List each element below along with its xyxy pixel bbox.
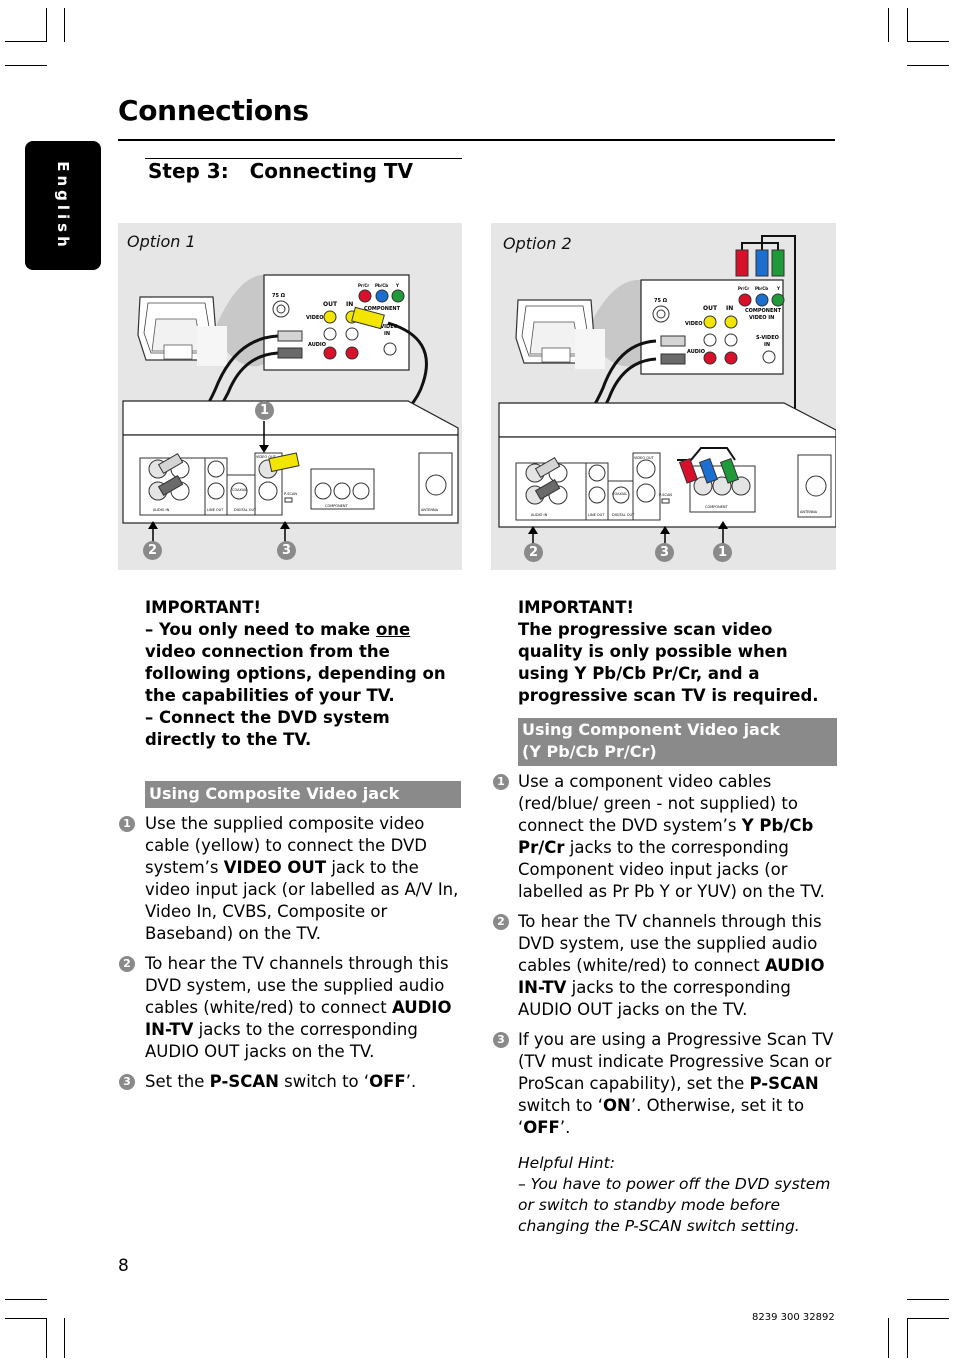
crop-mark (5, 65, 47, 66)
step-title: Step 3: Connecting TV (148, 159, 413, 183)
crop-mark (907, 8, 908, 42)
video-out-jack (323, 310, 337, 324)
svg-text:VIDEO IN: VIDEO IN (749, 315, 774, 321)
crop-mark (5, 41, 47, 42)
step-number-2: 2 (493, 914, 509, 930)
video-label: VIDEO (306, 315, 324, 321)
section-heading-component: Using Component Video jack (Y Pb/Cb Pr/C… (518, 718, 837, 766)
callout-1: 1 (713, 543, 732, 562)
crop-mark (5, 1318, 47, 1319)
option2-illustration: 75 Ω OUT IN VIDEO AUDIO Pr/Cr Pb/Cb Y CO… (498, 235, 836, 559)
svg-text:S-VIDEO: S-VIDEO (756, 335, 779, 341)
step-2: 2 To hear the TV channels through this D… (118, 953, 463, 1063)
audio-in-label: AUDIO IN (153, 508, 170, 512)
crop-mark (46, 1318, 47, 1358)
svg-text:OUT: OUT (703, 305, 718, 312)
svg-text:VIDEO: VIDEO (685, 321, 703, 327)
crop-mark (907, 1318, 908, 1358)
in-label: IN (346, 301, 353, 308)
svg-text:COMPONENT: COMPONENT (705, 505, 729, 509)
language-tab-label: English (54, 160, 72, 251)
tv-icon (515, 299, 605, 369)
crop-mark (64, 1318, 65, 1358)
language-tab: English (25, 141, 101, 270)
audio-label: AUDIO (308, 342, 326, 348)
crop-mark (5, 1299, 47, 1300)
crop-mark (907, 1318, 949, 1319)
option1-steps: 1 Use the supplied composite video cable… (118, 813, 463, 1093)
option2-important: IMPORTANT! The progressive scan video qu… (518, 597, 836, 707)
callout-2: 2 (143, 541, 162, 560)
antenna-label: 75 Ω (272, 293, 286, 299)
svg-text:COMPONENT: COMPONENT (745, 308, 782, 314)
svg-text:LINE OUT: LINE OUT (588, 513, 605, 517)
svg-text:IN: IN (726, 305, 733, 312)
svg-text:Pb/Cb: Pb/Cb (755, 286, 768, 291)
pb-label: Pb/Cb (375, 283, 388, 288)
svg-text:Pr/Cr: Pr/Cr (738, 286, 749, 291)
option1-important: IMPORTANT! – You only need to make one v… (145, 597, 460, 751)
tv-icon (137, 296, 227, 366)
important-line: – You only need to make one video connec… (145, 620, 446, 705)
crop-mark (888, 8, 889, 42)
page-title: Connections (118, 94, 309, 127)
step-3: 3 Set the P-SCAN switch to ‘OFF’. (118, 1071, 463, 1093)
crop-mark (46, 8, 47, 42)
callout-1: 1 (255, 401, 274, 420)
callout-3: 3 (277, 541, 296, 560)
svg-text:DIGITAL OUT: DIGITAL OUT (612, 513, 635, 517)
antenna-label: ANTENNA (421, 508, 439, 512)
step-1: 1 Use the supplied composite video cable… (118, 813, 463, 945)
svg-text:IN: IN (764, 342, 770, 348)
svg-text:P-SCAN: P-SCAN (659, 493, 672, 497)
pr-label: Pr/Cr (358, 283, 369, 288)
option1-illustration: 75 Ω OUT IN VIDEO AUDIO Pr/Cr Pb/Cb Y CO… (122, 274, 459, 553)
option1-diagram: Option 1 75 Ω OUT IN VIDEO AUDIO Pr/Cr P… (118, 223, 462, 570)
out-label: OUT (323, 301, 338, 308)
option2-diagram: Option 2 75 Ω OUT IN VIDEO AUDIO Pr/Cr P… (491, 223, 836, 570)
svg-text:AUDIO: AUDIO (687, 349, 705, 355)
svg-text:VIDEO OUT: VIDEO OUT (634, 456, 655, 460)
step-number-3: 3 (119, 1074, 135, 1090)
step-number-2: 2 (119, 956, 135, 972)
svg-text:ANTENNA: ANTENNA (800, 510, 818, 514)
section-heading-composite: Using Composite Video jack (145, 781, 461, 808)
crop-mark (64, 8, 65, 42)
crop-mark (888, 1318, 889, 1358)
line-out-label: LINE OUT (207, 508, 224, 512)
step-number-1: 1 (493, 774, 509, 790)
callout-3: 3 (655, 543, 674, 562)
title-divider (118, 139, 835, 141)
pscan-label: P-SCAN (284, 492, 297, 496)
important-heading: IMPORTANT! (518, 598, 634, 617)
step-number-1: 1 (119, 816, 135, 832)
option2-steps: 1 Use a component video cables (red/blue… (491, 771, 837, 1237)
crop-mark (907, 1299, 949, 1300)
svg-text:Y: Y (776, 286, 780, 291)
digital-out-label: DIGITAL OUT (234, 508, 257, 512)
svideo-in-label: IN (384, 331, 390, 337)
step-2: 2 To hear the TV channels through this D… (491, 911, 837, 1021)
svg-text:COAXIAL: COAXIAL (612, 492, 627, 496)
crop-mark (907, 41, 949, 42)
hint-heading: Helpful Hint: (518, 1154, 615, 1172)
important-line: – Connect the DVD system directly to the… (145, 708, 390, 749)
crop-mark (907, 65, 949, 66)
page-number: 8 (118, 1256, 129, 1276)
svg-text:75 Ω: 75 Ω (654, 298, 668, 304)
step-number-3: 3 (493, 1032, 509, 1048)
helpful-hint: Helpful Hint: – You have to power off th… (491, 1153, 837, 1237)
svg-text:AUDIO IN: AUDIO IN (531, 513, 548, 517)
important-heading: IMPORTANT! (145, 598, 261, 617)
coaxial-label: COAXIAL (232, 488, 247, 492)
y-label: Y (395, 283, 399, 288)
important-text: The progressive scan video quality is on… (518, 620, 819, 705)
hint-text: – You have to power off the DVD system o… (518, 1175, 831, 1235)
step-3: 3 If you are using a Progressive Scan TV… (491, 1029, 837, 1139)
document-code: 8239 300 32892 (752, 1312, 835, 1323)
step-1: 1 Use a component video cables (red/blue… (491, 771, 837, 903)
callout-2: 2 (524, 543, 543, 562)
component-out-label: COMPONENT (325, 504, 349, 508)
